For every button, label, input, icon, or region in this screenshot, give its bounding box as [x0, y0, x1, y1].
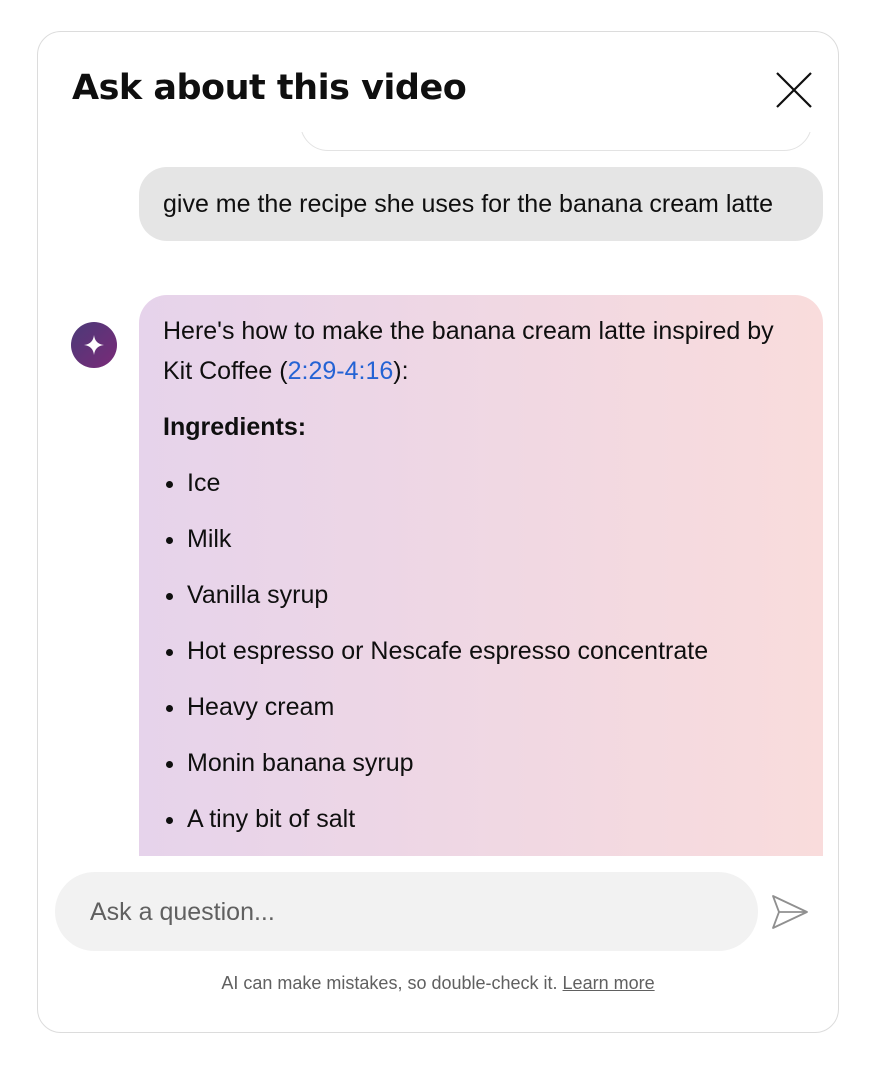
panel-title: Ask about this video: [72, 68, 467, 108]
close-icon[interactable]: [774, 70, 814, 110]
response-intro-end: ):: [393, 357, 409, 385]
ingredients-heading: Ingredients:: [163, 413, 307, 441]
ingredients-list: Ice Milk Vanilla syrup Hot espresso or N…: [163, 463, 799, 839]
learn-more-link[interactable]: Learn more: [563, 973, 655, 993]
chat-scroll-area[interactable]: give me the recipe she uses for the bana…: [38, 132, 838, 856]
ai-response: Here's how to make the banana cream latt…: [139, 295, 823, 856]
disclaimer: AI can make mistakes, so double-check it…: [38, 973, 838, 994]
list-item: Hot espresso or Nescafe espresso concent…: [187, 631, 799, 671]
user-message: give me the recipe she uses for the bana…: [139, 167, 823, 241]
question-input-wrapper: [55, 872, 758, 953]
send-icon[interactable]: [770, 892, 810, 932]
ai-avatar: [71, 322, 117, 368]
question-input[interactable]: [88, 872, 732, 953]
list-item: Milk: [187, 519, 799, 559]
disclaimer-text: AI can make mistakes, so double-check it…: [221, 973, 558, 993]
response-intro: Here's how to make the banana cream latt…: [163, 317, 774, 385]
list-item: Heavy cream: [187, 687, 799, 727]
sparkle-icon: [84, 335, 104, 355]
timestamp-dash: -: [336, 357, 345, 385]
ask-video-panel: Ask about this video give me the recipe …: [37, 31, 839, 1033]
list-item: Monin banana syrup: [187, 743, 799, 783]
timestamp-end-link[interactable]: 4:16: [345, 357, 394, 385]
previous-message-bubble: [300, 132, 812, 151]
list-item: A tiny bit of salt: [187, 799, 799, 839]
list-item: Ice: [187, 463, 799, 503]
timestamp-start-link[interactable]: 2:29: [288, 357, 337, 385]
list-item: Vanilla syrup: [187, 575, 799, 615]
